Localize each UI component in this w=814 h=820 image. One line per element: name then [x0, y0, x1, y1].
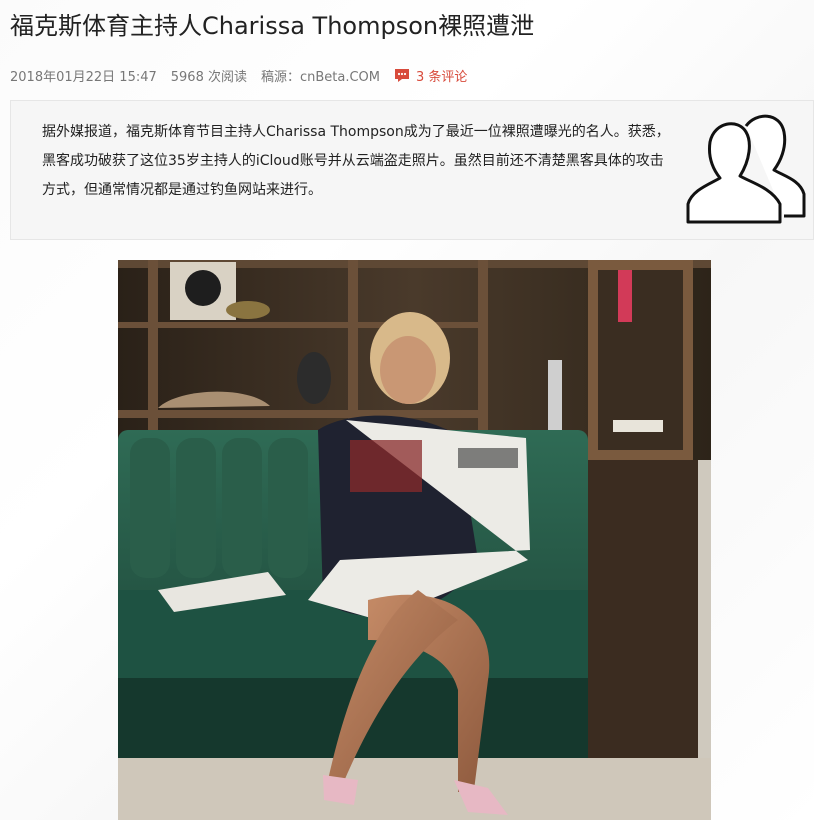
article-source: 稿源：cnBeta.COM	[260, 69, 381, 85]
comment-icon	[395, 69, 410, 82]
users-icon	[686, 114, 806, 224]
photo-illustration	[118, 260, 711, 820]
comment-count: 3 条评论	[416, 69, 468, 85]
article-summary: 据外媒报道，福克斯体育节目主持人Charissa Thompson成为了最近一位…	[42, 124, 670, 198]
article-meta: 2018年01月22日 15:47 5968 次阅读 稿源：cnBeta.COM…	[10, 64, 467, 86]
view-count: 5968 次阅读	[170, 69, 247, 85]
comments-link[interactable]: 3 条评论	[394, 66, 467, 85]
article-photo	[118, 260, 711, 820]
publish-datetime: 2018年01月22日 15:47	[10, 69, 157, 85]
article-title: 福克斯体育主持人Charissa Thompson裸照遭泄	[10, 12, 535, 40]
article-page: 福克斯体育主持人Charissa Thompson裸照遭泄 2018年01月22…	[0, 0, 814, 820]
article-summary-box: 据外媒报道，福克斯体育节目主持人Charissa Thompson成为了最近一位…	[10, 100, 814, 240]
